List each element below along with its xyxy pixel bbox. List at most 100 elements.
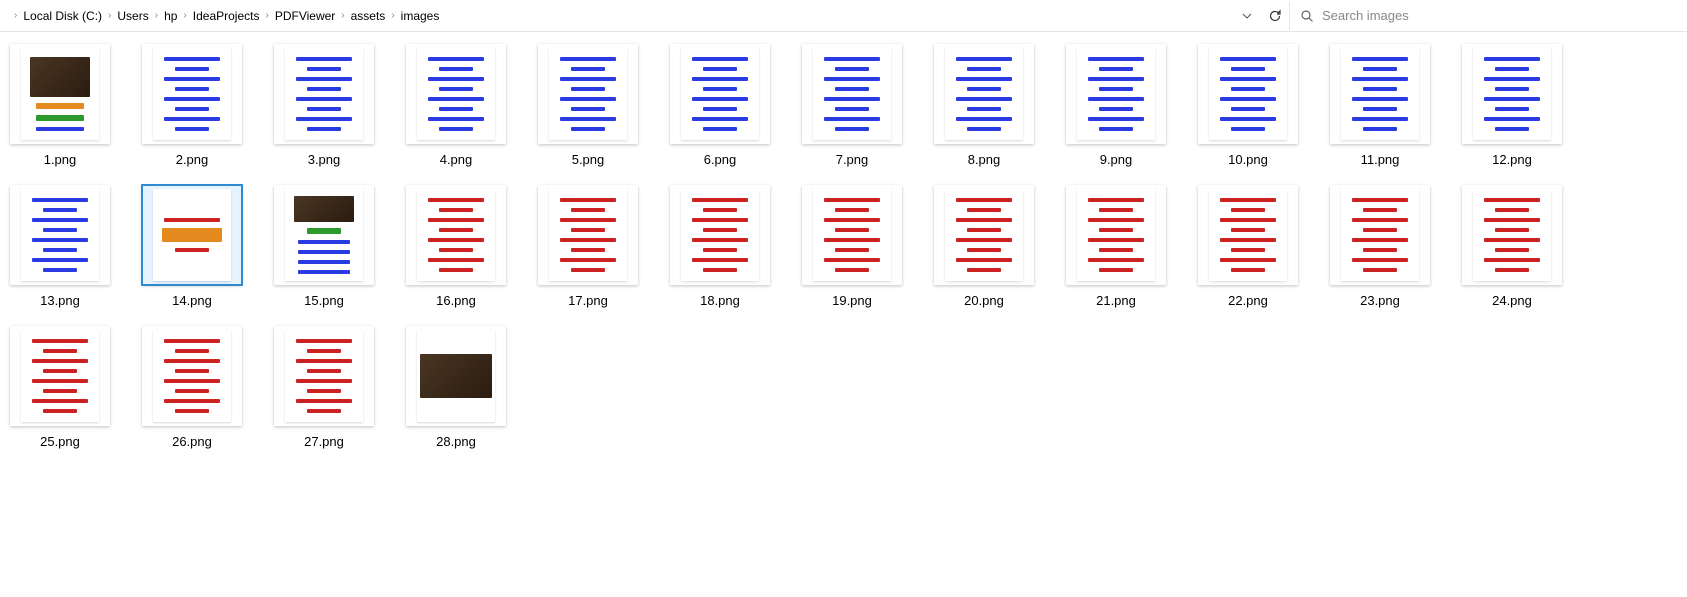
file-label: 12.png <box>1492 152 1532 167</box>
chevron-right-icon: › <box>391 10 394 21</box>
refresh-button[interactable] <box>1261 2 1289 30</box>
chevron-right-icon: › <box>155 10 158 21</box>
file-thumbnail <box>670 185 770 285</box>
file-item[interactable]: 24.png <box>1462 185 1562 308</box>
file-thumbnail <box>406 326 506 426</box>
file-label: 5.png <box>572 152 605 167</box>
file-label: 10.png <box>1228 152 1268 167</box>
file-item[interactable]: 4.png <box>406 44 506 167</box>
refresh-icon <box>1268 9 1282 23</box>
breadcrumb-segment[interactable]: images <box>401 9 440 23</box>
file-item[interactable]: 3.png <box>274 44 374 167</box>
file-thumbnail <box>142 185 242 285</box>
file-label: 16.png <box>436 293 476 308</box>
file-label: 15.png <box>304 293 344 308</box>
file-thumbnail <box>802 44 902 144</box>
file-item[interactable]: 25.png <box>10 326 110 449</box>
file-item[interactable]: 1.png <box>10 44 110 167</box>
file-thumbnail <box>1330 185 1430 285</box>
file-label: 7.png <box>836 152 869 167</box>
history-dropdown-button[interactable] <box>1233 2 1261 30</box>
file-item[interactable]: 13.png <box>10 185 110 308</box>
file-label: 1.png <box>44 152 77 167</box>
file-item[interactable]: 14.png <box>142 185 242 308</box>
breadcrumb-segment[interactable]: Users <box>117 9 148 23</box>
file-item[interactable]: 8.png <box>934 44 1034 167</box>
file-item[interactable]: 11.png <box>1330 44 1430 167</box>
file-item[interactable]: 2.png <box>142 44 242 167</box>
file-label: 21.png <box>1096 293 1136 308</box>
breadcrumb[interactable]: ›Local Disk (C:)›Users›hp›IdeaProjects›P… <box>8 9 1233 23</box>
file-thumbnail <box>142 44 242 144</box>
file-label: 28.png <box>436 434 476 449</box>
file-label: 6.png <box>704 152 737 167</box>
breadcrumb-segment[interactable]: IdeaProjects <box>193 9 260 23</box>
breadcrumb-segment[interactable]: PDFViewer <box>275 9 335 23</box>
file-item[interactable]: 15.png <box>274 185 374 308</box>
file-item[interactable]: 9.png <box>1066 44 1166 167</box>
file-thumbnail <box>10 185 110 285</box>
chevron-right-icon: › <box>265 10 268 21</box>
file-label: 11.png <box>1361 152 1400 167</box>
file-item[interactable]: 27.png <box>274 326 374 449</box>
file-item[interactable]: 20.png <box>934 185 1034 308</box>
file-label: 18.png <box>700 293 740 308</box>
file-thumbnail <box>538 44 638 144</box>
file-label: 19.png <box>832 293 872 308</box>
file-thumbnail <box>142 326 242 426</box>
chevron-down-icon <box>1241 10 1253 22</box>
file-label: 13.png <box>40 293 80 308</box>
file-item[interactable]: 22.png <box>1198 185 1298 308</box>
file-thumbnail <box>274 44 374 144</box>
file-item[interactable]: 26.png <box>142 326 242 449</box>
file-thumbnail <box>1462 185 1562 285</box>
file-item[interactable]: 5.png <box>538 44 638 167</box>
file-label: 25.png <box>40 434 80 449</box>
file-grid: 1.png 2.png 3.png 4.png 5.png 6.png 7.png 8.png… <box>0 32 1687 461</box>
file-item[interactable]: 12.png <box>1462 44 1562 167</box>
file-item[interactable]: 6.png <box>670 44 770 167</box>
file-label: 8.png <box>968 152 1001 167</box>
file-label: 24.png <box>1492 293 1532 308</box>
file-thumbnail <box>10 326 110 426</box>
file-label: 17.png <box>568 293 608 308</box>
file-thumbnail <box>10 44 110 144</box>
file-label: 26.png <box>172 434 212 449</box>
breadcrumb-segment[interactable]: hp <box>164 9 177 23</box>
file-item[interactable]: 23.png <box>1330 185 1430 308</box>
file-label: 3.png <box>308 152 341 167</box>
file-item[interactable]: 18.png <box>670 185 770 308</box>
file-label: 23.png <box>1360 293 1400 308</box>
file-item[interactable]: 16.png <box>406 185 506 308</box>
file-item[interactable]: 28.png <box>406 326 506 449</box>
address-toolbar: ›Local Disk (C:)›Users›hp›IdeaProjects›P… <box>0 0 1687 32</box>
file-thumbnail <box>406 185 506 285</box>
search-box[interactable] <box>1289 2 1679 30</box>
file-label: 20.png <box>964 293 1004 308</box>
file-thumbnail <box>1198 44 1298 144</box>
search-icon <box>1300 9 1314 23</box>
file-thumbnail <box>274 185 374 285</box>
file-item[interactable]: 21.png <box>1066 185 1166 308</box>
file-thumbnail <box>274 326 374 426</box>
file-item[interactable]: 7.png <box>802 44 902 167</box>
file-label: 22.png <box>1228 293 1268 308</box>
search-input[interactable] <box>1322 8 1679 23</box>
file-thumbnail <box>406 44 506 144</box>
breadcrumb-segment[interactable]: Local Disk (C:) <box>23 9 102 23</box>
file-item[interactable]: 19.png <box>802 185 902 308</box>
file-item[interactable]: 17.png <box>538 185 638 308</box>
file-thumbnail <box>538 185 638 285</box>
file-item[interactable]: 10.png <box>1198 44 1298 167</box>
chevron-right-icon: › <box>14 10 17 21</box>
file-thumbnail <box>1330 44 1430 144</box>
file-thumbnail <box>670 44 770 144</box>
file-label: 9.png <box>1100 152 1133 167</box>
file-thumbnail <box>1066 44 1166 144</box>
file-label: 2.png <box>176 152 209 167</box>
file-label: 4.png <box>440 152 473 167</box>
file-label: 14.png <box>172 293 212 308</box>
file-thumbnail <box>1066 185 1166 285</box>
file-thumbnail <box>934 44 1034 144</box>
breadcrumb-segment[interactable]: assets <box>351 9 386 23</box>
